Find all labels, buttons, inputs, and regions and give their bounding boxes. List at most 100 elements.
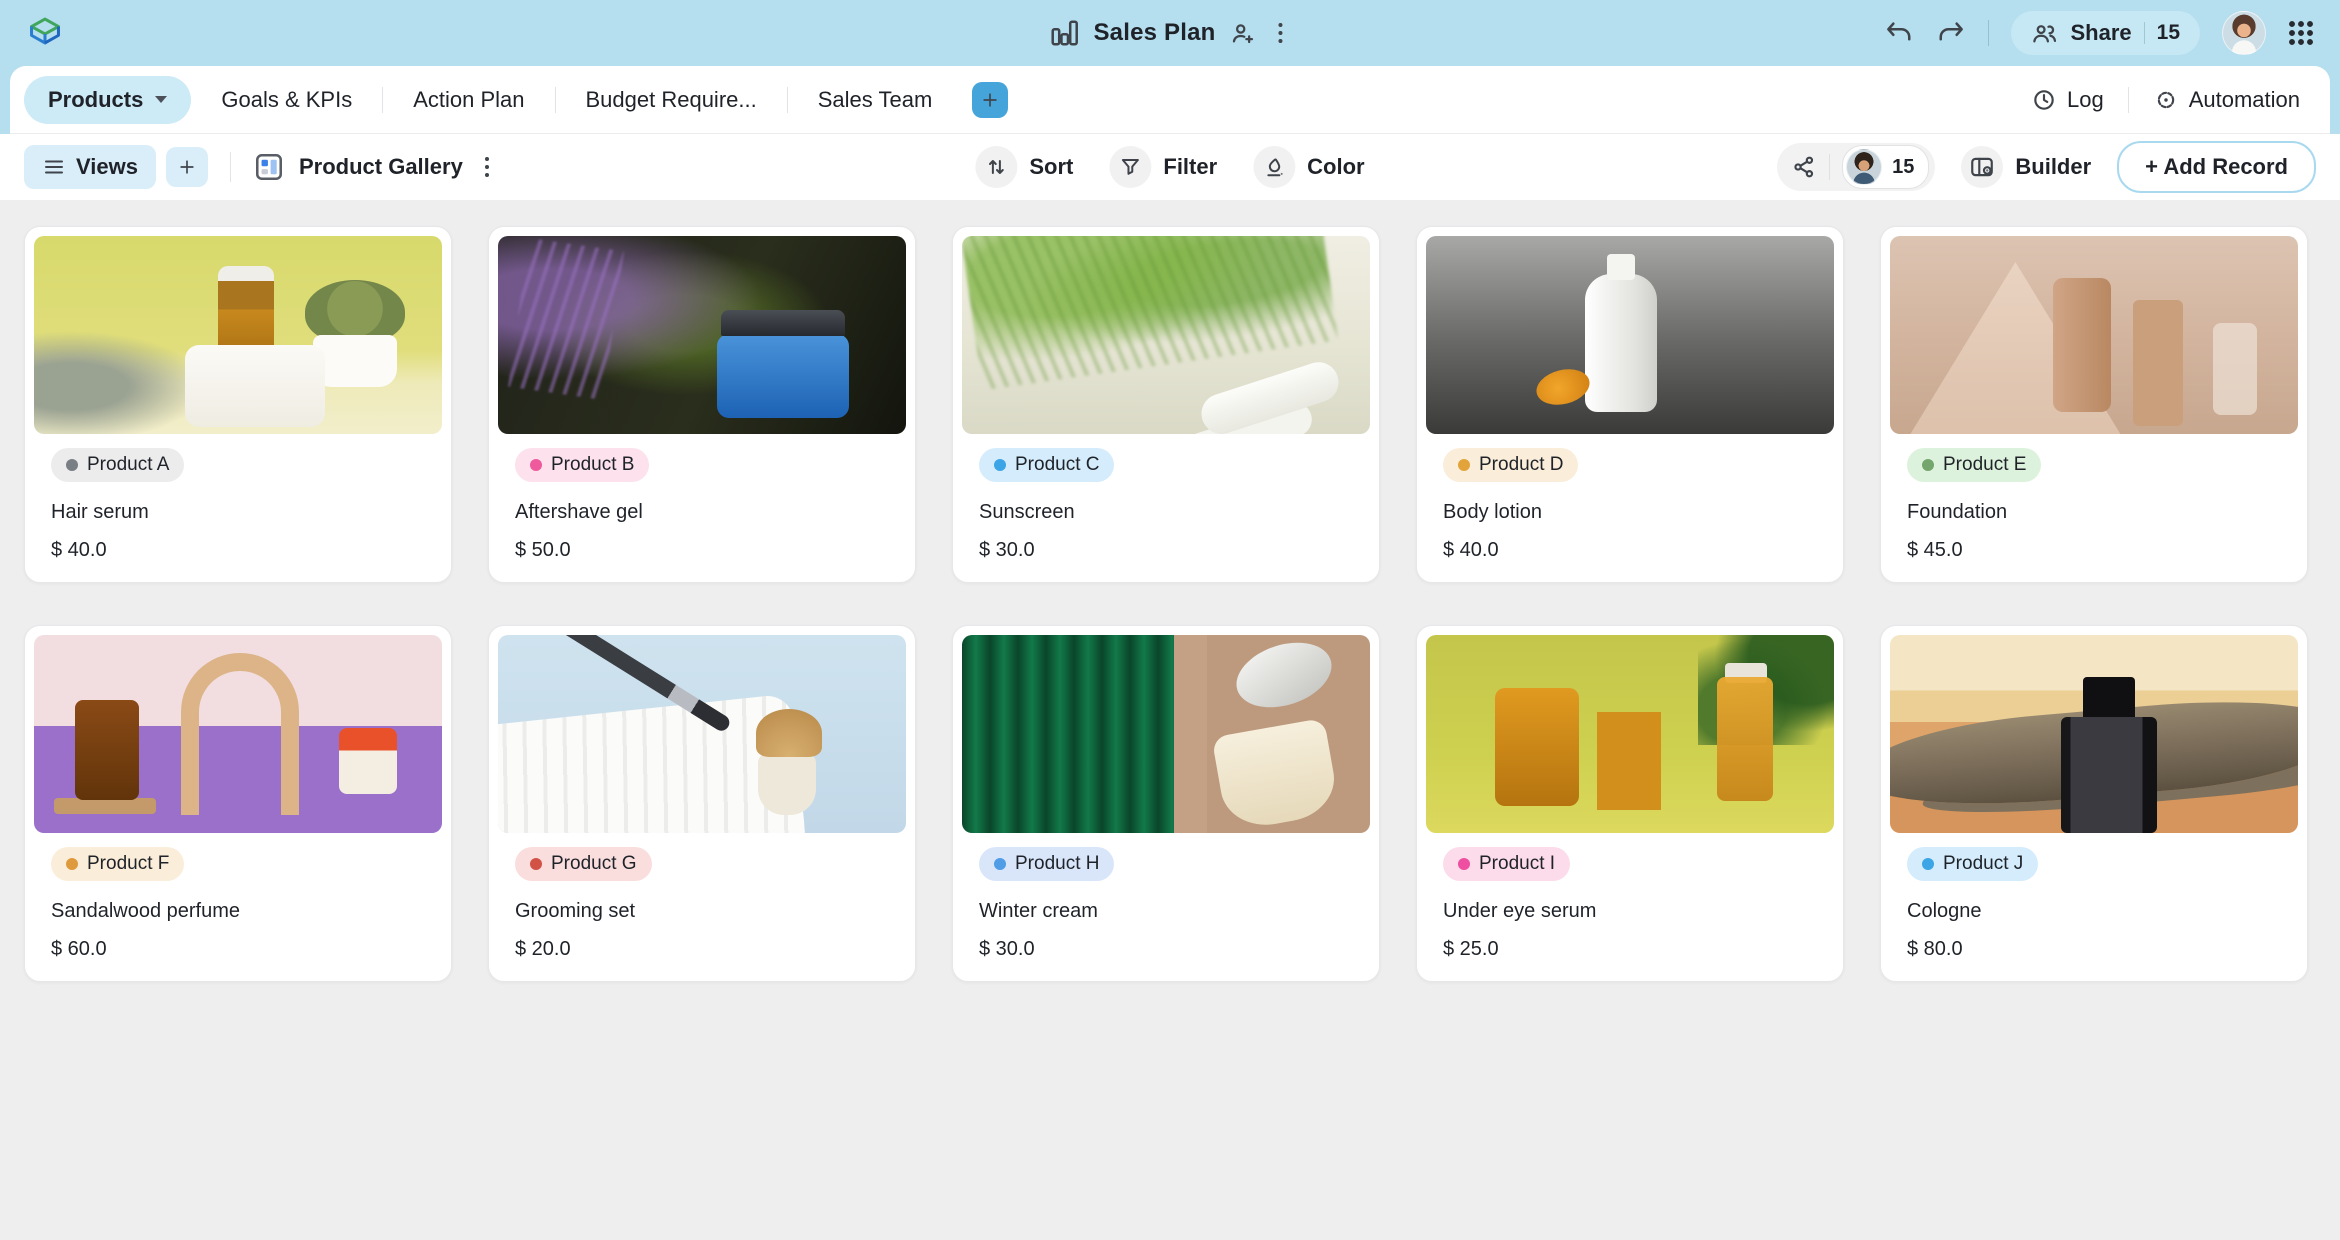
product-card[interactable]: Product I Under eye serum $ 25.0 — [1416, 625, 1844, 982]
title-more-icon[interactable] — [1271, 20, 1291, 46]
tabbar-wrap: Products Goals & KPIs Action Plan Budget… — [0, 66, 2340, 134]
builder-label: Builder — [2015, 154, 2091, 180]
tab-budget-requirements[interactable]: Budget Require... — [556, 87, 787, 113]
color-button[interactable]: Color — [1253, 146, 1364, 188]
product-card[interactable]: Product A Hair serum $ 40.0 — [24, 226, 452, 583]
product-image — [498, 236, 906, 434]
header-actions: Share 15 — [1884, 11, 2314, 55]
product-image — [1426, 236, 1834, 434]
app-logo[interactable] — [26, 14, 64, 52]
add-member-icon[interactable] — [1230, 20, 1257, 47]
collaborators-pill[interactable]: 15 — [1777, 143, 1935, 191]
sort-icon — [975, 146, 1017, 188]
app-grid-icon[interactable] — [2288, 20, 2314, 46]
hamburger-icon — [42, 155, 66, 179]
badge-dot — [1922, 858, 1934, 870]
divider — [230, 152, 231, 182]
tab-goals-kpis[interactable]: Goals & KPIs — [191, 87, 382, 113]
share-label: Share — [2070, 20, 2131, 46]
views-button[interactable]: Views — [24, 145, 156, 189]
current-view[interactable]: Product Gallery — [253, 151, 497, 183]
badge-dot — [530, 858, 542, 870]
divider — [2144, 22, 2145, 44]
product-name: Foundation — [1907, 501, 2281, 524]
gallery-content: Product A Hair serum $ 40.0 Product B Af… — [0, 200, 2340, 982]
product-badge: Product E — [1907, 448, 2041, 482]
product-badge: Product C — [979, 448, 1114, 482]
product-name: Under eye serum — [1443, 900, 1817, 923]
product-image — [1890, 635, 2298, 833]
product-price: $ 50.0 — [515, 539, 889, 562]
share-nodes-icon — [1791, 154, 1817, 180]
product-card[interactable]: Product D Body lotion $ 40.0 — [1416, 226, 1844, 583]
tab-products[interactable]: Products — [24, 76, 191, 124]
product-card[interactable]: Product B Aftershave gel $ 50.0 — [488, 226, 916, 583]
product-name: Winter cream — [979, 900, 1353, 923]
product-card[interactable]: Product H Winter cream $ 30.0 — [952, 625, 1380, 982]
badge-label: Product B — [551, 454, 634, 476]
product-badge: Product J — [1907, 847, 2038, 881]
product-image — [962, 635, 1370, 833]
product-name: Cologne — [1907, 900, 2281, 923]
redo-icon[interactable] — [1936, 18, 1966, 48]
log-label: Log — [2067, 87, 2104, 113]
product-price: $ 20.0 — [515, 938, 889, 961]
color-label: Color — [1307, 154, 1364, 180]
user-avatar[interactable] — [2222, 11, 2266, 55]
filter-button[interactable]: Filter — [1109, 146, 1217, 188]
product-name: Body lotion — [1443, 501, 1817, 524]
badge-dot — [66, 858, 78, 870]
add-record-label: + Add Record — [2145, 154, 2288, 180]
sort-button[interactable]: Sort — [975, 146, 1073, 188]
view-name: Product Gallery — [299, 154, 463, 180]
product-price: $ 30.0 — [979, 938, 1353, 961]
builder-icon — [1961, 146, 2003, 188]
tab-label: Products — [48, 87, 143, 113]
log-button[interactable]: Log — [2031, 87, 2104, 113]
undo-icon[interactable] — [1884, 18, 1914, 48]
badge-dot — [66, 459, 78, 471]
share-count: 15 — [2157, 21, 2180, 45]
add-record-button[interactable]: + Add Record — [2117, 141, 2316, 193]
divider — [2128, 87, 2129, 113]
automation-button[interactable]: Automation — [2153, 87, 2300, 113]
product-badge: Product F — [51, 847, 184, 881]
people-icon — [2031, 20, 2058, 47]
product-card[interactable]: Product J Cologne $ 80.0 — [1880, 625, 2308, 982]
builder-button[interactable]: Builder — [1961, 146, 2091, 188]
add-tab-button[interactable] — [972, 82, 1008, 118]
product-name: Grooming set — [515, 900, 889, 923]
product-card[interactable]: Product E Foundation $ 45.0 — [1880, 226, 2308, 583]
automation-label: Automation — [2189, 87, 2300, 113]
badge-label: Product A — [87, 454, 169, 476]
bar-chart-icon — [1049, 18, 1079, 48]
tab-sales-team[interactable]: Sales Team — [788, 87, 963, 113]
product-name: Sandalwood perfume — [51, 900, 425, 923]
product-card[interactable]: Product C Sunscreen $ 30.0 — [952, 226, 1380, 583]
add-view-button[interactable] — [166, 147, 208, 187]
view-more-icon[interactable] — [477, 154, 497, 180]
product-price: $ 60.0 — [51, 938, 425, 961]
badge-label: Product G — [551, 853, 637, 875]
clock-icon — [2031, 87, 2057, 113]
divider — [1988, 20, 1989, 46]
badge-label: Product J — [1943, 853, 2023, 875]
tab-action-plan[interactable]: Action Plan — [383, 87, 554, 113]
document-title-group: Sales Plan — [1049, 0, 1290, 66]
product-image — [498, 635, 906, 833]
product-image — [34, 635, 442, 833]
tab-bar: Products Goals & KPIs Action Plan Budget… — [10, 66, 2330, 134]
product-badge: Product B — [515, 448, 649, 482]
product-image — [962, 236, 1370, 434]
product-price: $ 80.0 — [1907, 938, 2281, 961]
product-badge: Product A — [51, 448, 184, 482]
product-card[interactable]: Product F Sandalwood perfume $ 60.0 — [24, 625, 452, 982]
product-card[interactable]: Product G Grooming set $ 20.0 — [488, 625, 916, 982]
toolbar-center: Sort Filter Color — [975, 134, 1364, 200]
product-name: Sunscreen — [979, 501, 1353, 524]
badge-label: Product F — [87, 853, 169, 875]
share-button[interactable]: Share 15 — [2011, 11, 2200, 55]
views-label: Views — [76, 154, 138, 180]
product-badge: Product G — [515, 847, 652, 881]
product-badge: Product H — [979, 847, 1114, 881]
